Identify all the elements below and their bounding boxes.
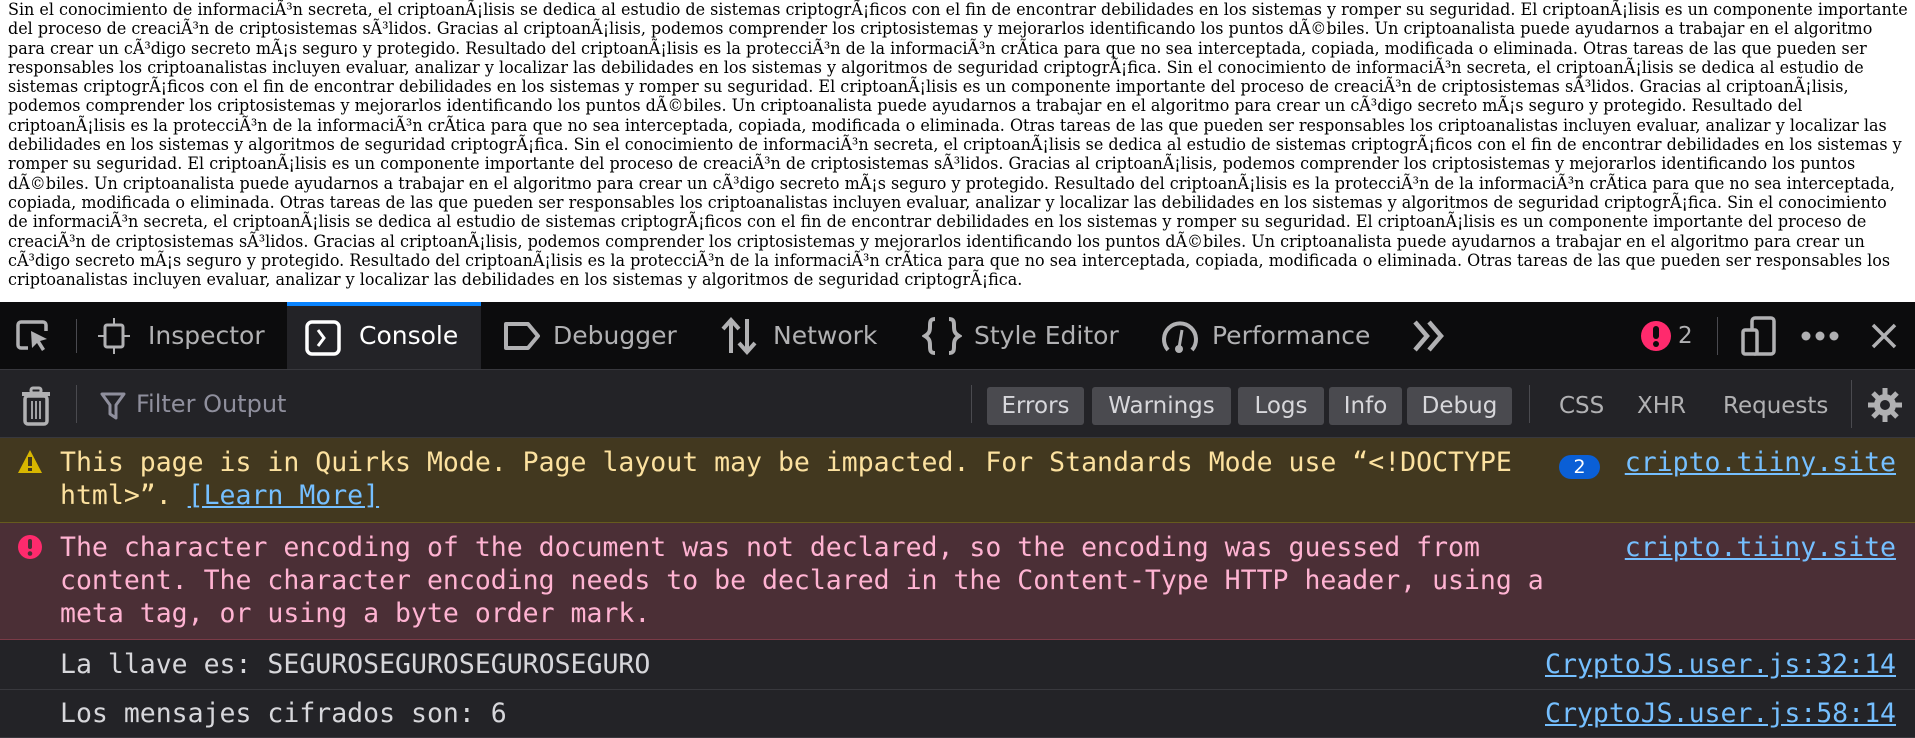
error-count-button[interactable]: 2: [1640, 320, 1700, 352]
gear-icon: [1868, 388, 1902, 422]
tab-console[interactable]: Console: [287, 302, 481, 369]
console-icon: [305, 319, 341, 356]
error-icon: [1641, 321, 1671, 351]
tab-network[interactable]: Network: [714, 302, 894, 369]
close-icon: [1871, 323, 1897, 349]
tab-label: Inspector: [148, 321, 265, 350]
page-paragraph: Sin el conocimiento de informaciÃ³n secr…: [8, 0, 1908, 291]
message-source-link[interactable]: CryptoJS.user.js:58:14: [1545, 697, 1896, 730]
console-error-message: The character encoding of the document w…: [0, 523, 1915, 640]
filter-xhr-button[interactable]: XHR: [1637, 387, 1686, 425]
console-toolbar: Filter Output Errors Warnings Logs Info …: [0, 370, 1915, 438]
text-line: dÃ©biles. Un criptoanalista puede ayudar…: [8, 173, 1895, 194]
style-editor-icon: [922, 316, 962, 355]
text-line: del proceso de creaciÃ³n de criptosistem…: [8, 19, 1873, 40]
filter-placeholder: Filter Output: [136, 390, 287, 418]
text-line: para crear un cÃ³digo secreto mÃ¡s segur…: [8, 38, 1867, 59]
console-log-message: La llave es: SEGUROSEGUROSEGUROSEGURO Cr…: [0, 640, 1915, 690]
tab-performance[interactable]: Performance: [1156, 302, 1396, 369]
tab-inspector[interactable]: Inspector: [92, 302, 282, 369]
more-options-button[interactable]: [1800, 326, 1840, 346]
tab-label: Style Editor: [974, 321, 1119, 350]
text-line: cÃ³digo secreto mÃ¡s seguro y protegido.…: [8, 250, 1891, 271]
log-text: Los mensajes cifrados son: 6: [60, 698, 507, 729]
close-devtools-button[interactable]: [1870, 322, 1900, 352]
text-line: de informaciÃ³n secreta, el criptoanÃ¡li…: [8, 212, 1867, 233]
repeat-count-badge: 2: [1559, 455, 1600, 479]
text-line: responsables los criptoanalistas incluye…: [8, 57, 1864, 78]
page-content: Sin el conocimiento de informaciÃ³n secr…: [0, 0, 1915, 302]
console-settings-button[interactable]: [1866, 386, 1904, 424]
message-source-link[interactable]: cripto.tiiny.site: [1625, 446, 1896, 479]
error-icon: [18, 535, 42, 559]
filter-requests-button[interactable]: Requests: [1723, 387, 1828, 425]
filter-output-input[interactable]: Filter Output: [98, 384, 958, 424]
responsive-design-button[interactable]: [1740, 316, 1780, 356]
message-source-link[interactable]: cripto.tiiny.site: [1625, 531, 1896, 564]
text-line: Sin el conocimiento de informaciÃ³n secr…: [8, 0, 1908, 20]
text-line: sistemas criptogrÃ¡ficos con el fin de e…: [8, 77, 1849, 98]
warning-icon: [18, 450, 42, 473]
trash-icon: [22, 386, 50, 426]
debugger-icon: [504, 321, 540, 350]
element-picker-icon: [16, 320, 48, 351]
browser-window: Sin el conocimiento de informaciÃ³n secr…: [0, 0, 1915, 738]
inspector-icon: [98, 317, 130, 354]
tab-label: Performance: [1212, 321, 1371, 350]
console-warning-message: This page is in Quirks Mode. Page layout…: [0, 438, 1915, 523]
learn-more-link[interactable]: [Learn More]: [188, 480, 379, 511]
filter-warnings-button[interactable]: Warnings: [1092, 387, 1231, 425]
filter-icon: [100, 392, 126, 420]
more-tools-button[interactable]: [1411, 318, 1451, 354]
text-line: copiada, modificada o eliminada. Otras t…: [8, 192, 1887, 213]
element-picker-button[interactable]: [14, 318, 58, 354]
tab-label: Network: [773, 321, 878, 350]
responsive-design-icon: [1741, 316, 1776, 356]
text-line: creaciÃ³n de criptosistemas sÃ³lidos. Gr…: [8, 231, 1865, 252]
filter-css-button[interactable]: CSS: [1559, 387, 1604, 425]
tab-label: Console: [359, 321, 459, 350]
text-line: criptoanalistas incluyen evaluar, analiz…: [8, 270, 1023, 291]
tab-style-editor[interactable]: Style Editor: [918, 302, 1143, 369]
error-count: 2: [1678, 323, 1693, 349]
text-line: romper su seguridad. El criptoanÃ¡lisis …: [8, 154, 1856, 175]
performance-icon: [1162, 320, 1198, 353]
filter-debug-button[interactable]: Debug: [1407, 387, 1512, 425]
network-icon: [721, 316, 757, 355]
devtools-tab-bar: Inspector Console Debugger Network Style…: [0, 302, 1915, 370]
console-log-message: Los mensajes cifrados son: 6 CryptoJS.us…: [0, 690, 1915, 738]
message-source-link[interactable]: CryptoJS.user.js:32:14: [1545, 648, 1896, 681]
tab-debugger[interactable]: Debugger: [496, 302, 696, 369]
tab-label: Debugger: [553, 321, 677, 350]
text-line: debilidades en los sistemas y algoritmos…: [8, 135, 1902, 156]
text-line: criptoanÃ¡lisis es la protecciÃ³n de la …: [8, 115, 1887, 136]
ellipsis-icon: [1801, 331, 1839, 341]
chevrons-right-icon: [1413, 320, 1444, 352]
text-line: podemos comprender los criptosistemas y …: [8, 96, 1803, 117]
error-text: The character encoding of the document w…: [60, 532, 1560, 629]
log-text: La llave es: SEGUROSEGUROSEGUROSEGURO: [60, 649, 651, 680]
filter-errors-button[interactable]: Errors: [987, 387, 1084, 425]
clear-console-button[interactable]: [20, 386, 54, 426]
filter-logs-button[interactable]: Logs: [1238, 387, 1324, 425]
filter-info-button[interactable]: Info: [1329, 387, 1402, 425]
